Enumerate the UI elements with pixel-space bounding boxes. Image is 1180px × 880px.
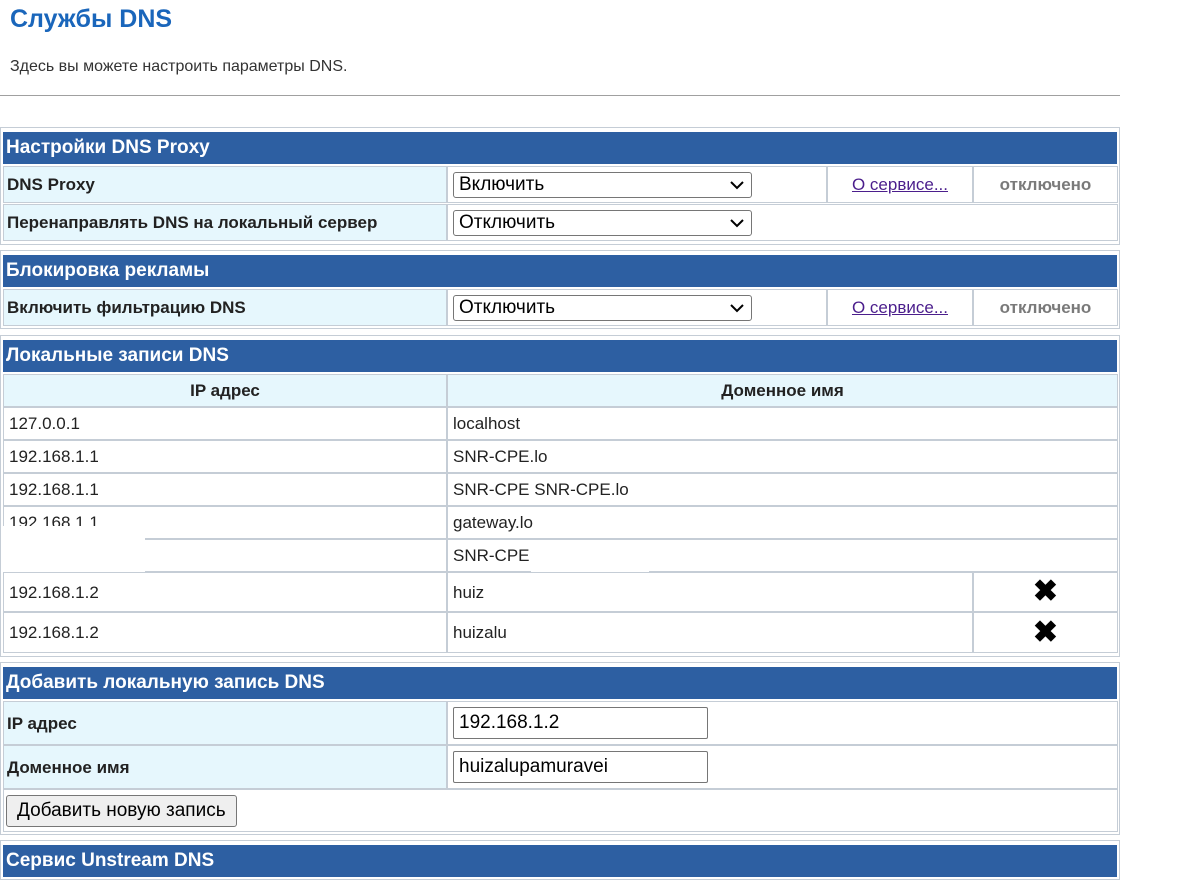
ad-block-section: Блокировка рекламы Включить фильтрацию D… [0, 250, 1120, 329]
record-ip: 192.168.1.1 [3, 473, 447, 506]
dns-proxy-about-link[interactable]: О сервисе... [852, 176, 948, 193]
dns-filter-select-value: Отключить [459, 297, 556, 318]
dns-proxy-about-cell: О сервисе... [827, 166, 973, 203]
dns-proxy-heading: Настройки DNS Proxy [3, 132, 1117, 164]
ad-block-status: отключено [973, 289, 1118, 326]
delete-record-button[interactable]: ✖ [973, 612, 1118, 653]
ad-block-about-link[interactable]: О сервисе... [852, 299, 948, 316]
record-domain: huizalu [447, 612, 973, 653]
close-icon: ✖ [1032, 615, 1059, 649]
local-records-section: Локальные записи DNS IP адрес Доменное и… [0, 335, 1120, 657]
dns-redirect-label: Перенаправлять DNS на локальный сервер [3, 204, 447, 241]
add-record-heading: Добавить локальную запись DNS [3, 667, 1117, 699]
record-domain: huiz [447, 572, 973, 612]
domain-name-input[interactable] [453, 751, 708, 783]
page-description: Здесь вы можете настроить параметры DNS. [10, 58, 348, 75]
add-record-section: Добавить локальную запись DNS IP адрес Д… [0, 662, 1120, 835]
record-ip: 192.168.1.2 [3, 612, 447, 653]
dns-redirect-select-value: Отключить [459, 212, 556, 233]
dns-redirect-select[interactable]: Отключить [453, 210, 752, 236]
upstream-dns-heading: Сервис Unstream DNS [3, 845, 1117, 877]
record-ip: 192.168.1.1 [3, 440, 447, 473]
ad-block-about-cell: О сервисе... [827, 289, 973, 326]
record-ip: 192.168.1.2 [3, 572, 447, 612]
ip-address-input[interactable] [453, 707, 708, 739]
dns-proxy-label: DNS Proxy [3, 166, 447, 203]
dns-filter-label: Включить фильтрацию DNS [3, 289, 447, 326]
ad-block-heading: Блокировка рекламы [3, 255, 1117, 287]
record-ip: 127.0.0.1 [3, 407, 447, 440]
dns-proxy-select-value: Включить [459, 174, 545, 195]
record-domain: gateway.lo [447, 506, 1118, 539]
page-title: Службы DNS [10, 5, 173, 33]
chevron-down-icon [730, 181, 744, 190]
divider [0, 95, 1120, 96]
record-domain: localhost [447, 407, 1118, 440]
delete-record-button[interactable]: ✖ [973, 572, 1118, 612]
column-header-domain: Доменное имя [447, 374, 1118, 407]
dns-filter-select[interactable]: Отключить [453, 295, 752, 321]
local-records-heading: Локальные записи DNS [3, 340, 1117, 372]
add-record-button[interactable]: Добавить новую запись [6, 795, 237, 827]
render-gap [3, 526, 145, 572]
column-header-ip: IP адрес [3, 374, 447, 407]
record-domain: SNR-CPE SNR-CPE.lo [447, 473, 1118, 506]
add-domain-label: Доменное имя [3, 745, 447, 789]
close-icon: ✖ [1032, 575, 1059, 608]
add-ip-label: IP адрес [3, 701, 447, 745]
dns-proxy-select[interactable]: Включить [453, 172, 752, 198]
record-domain: SNR-CPE.lo [447, 440, 1118, 473]
dns-proxy-section: Настройки DNS Proxy DNS Proxy Включить О… [0, 127, 1120, 245]
upstream-dns-section: Сервис Unstream DNS [0, 840, 1120, 880]
chevron-down-icon [730, 219, 744, 228]
dns-proxy-status: отключено [973, 166, 1118, 203]
chevron-down-icon [730, 304, 744, 313]
